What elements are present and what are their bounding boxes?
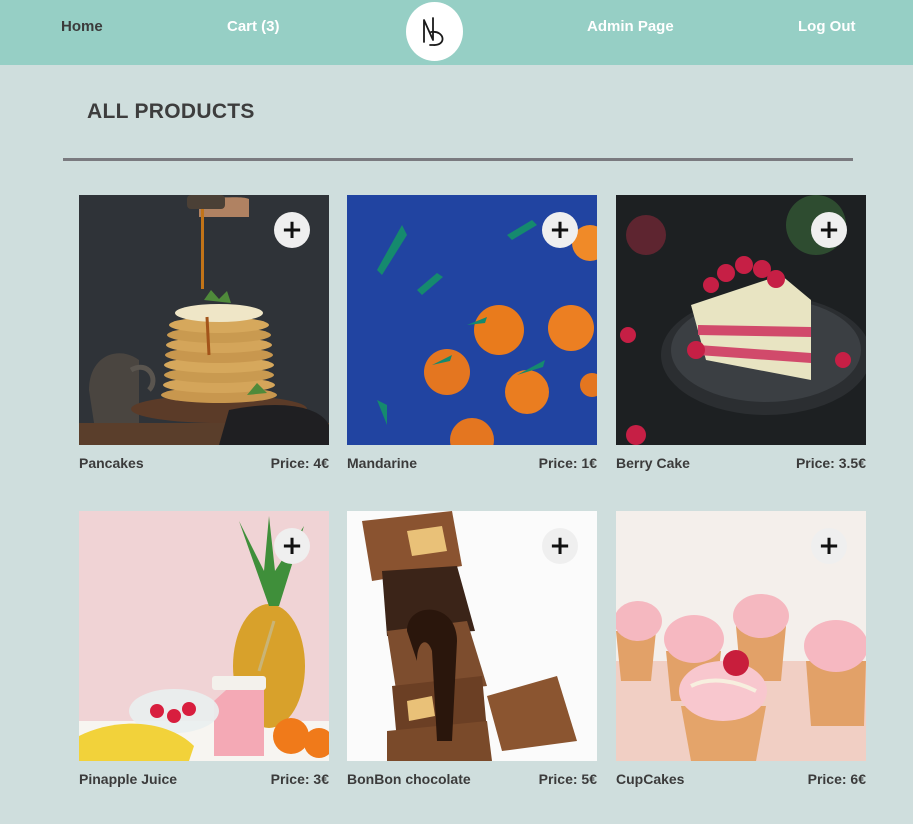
- product-footer: BonBon chocolate Price: 5€: [347, 761, 597, 789]
- product-name: BonBon chocolate: [347, 771, 471, 787]
- product-image-cupcakes[interactable]: +: [616, 511, 866, 761]
- product-image-pancakes[interactable]: +: [79, 195, 329, 445]
- product-card-cupcakes: + CupCakes Price: 6€: [616, 511, 866, 789]
- product-name: Mandarine: [347, 455, 418, 471]
- product-price: Price: 3€: [270, 771, 329, 787]
- product-name: CupCakes: [616, 771, 685, 787]
- product-name: Pinapple Juice: [79, 771, 178, 787]
- add-to-cart-button[interactable]: +: [811, 212, 847, 248]
- product-price: Price: 4€: [270, 455, 329, 471]
- product-footer: Pancakes Price: 4€: [79, 445, 329, 473]
- add-to-cart-button[interactable]: +: [274, 212, 310, 248]
- add-to-cart-button[interactable]: +: [542, 528, 578, 564]
- add-to-cart-button[interactable]: +: [542, 212, 578, 248]
- product-card-bonbon-chocolate: + BonBon chocolate Price: 5€: [347, 511, 597, 789]
- nav-logout-link[interactable]: Log Out: [798, 18, 855, 35]
- product-card-pinapple-juice: + Pinapple Juice Price: 3€: [79, 511, 329, 789]
- product-image-mandarine[interactable]: +: [347, 195, 597, 445]
- product-price: Price: 5€: [538, 771, 597, 787]
- nd-monogram-icon: [422, 16, 443, 46]
- page-title: ALL PRODUCTS: [87, 100, 255, 123]
- nav-home-link[interactable]: Home: [61, 18, 103, 35]
- product-name: Berry Cake: [616, 455, 690, 471]
- product-image-pinapple-juice[interactable]: +: [79, 511, 329, 761]
- product-card-mandarine: + Mandarine Price: 1€: [347, 195, 597, 473]
- nav-admin-link[interactable]: Admin Page: [587, 18, 674, 35]
- product-footer: Pinapple Juice Price: 3€: [79, 761, 329, 789]
- product-price: Price: 6€: [807, 771, 866, 787]
- product-price: Price: 1€: [538, 455, 597, 471]
- brand-logo[interactable]: [406, 2, 463, 61]
- product-footer: Berry Cake Price: 3.5€: [616, 445, 866, 473]
- product-footer: Mandarine Price: 1€: [347, 445, 597, 473]
- product-footer: CupCakes Price: 6€: [616, 761, 866, 789]
- add-to-cart-button[interactable]: +: [274, 528, 310, 564]
- nav-cart-link[interactable]: Cart (3): [227, 18, 280, 35]
- title-divider: [63, 158, 853, 161]
- product-card-pancakes: + Pancakes Price: 4€: [79, 195, 329, 473]
- product-image-bonbon-chocolate[interactable]: +: [347, 511, 597, 761]
- product-image-berry-cake[interactable]: +: [616, 195, 866, 445]
- product-price: Price: 3.5€: [795, 455, 866, 471]
- navbar: Home Cart (3) Admin Page Log Out: [0, 0, 913, 65]
- product-card-berry-cake: + Berry Cake Price: 3.5€: [616, 195, 866, 473]
- product-name: Pancakes: [79, 455, 144, 471]
- add-to-cart-button[interactable]: +: [811, 528, 847, 564]
